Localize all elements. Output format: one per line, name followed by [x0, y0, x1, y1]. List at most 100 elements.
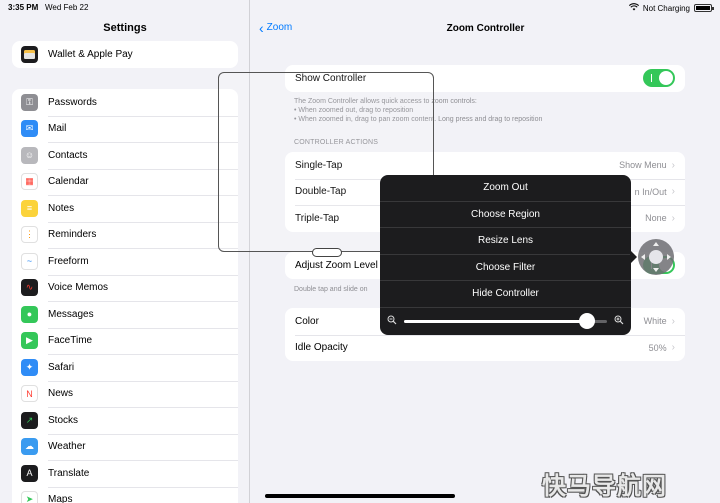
- status-bar: 3:35 PM Wed Feb 22 Not Charging: [0, 0, 720, 14]
- home-indicator[interactable]: [265, 494, 455, 498]
- adjust-zoom-footnote: Double tap and slide on: [294, 286, 368, 293]
- sidebar-item-passwords[interactable]: ⚿ Passwords: [12, 89, 238, 116]
- chevron-right-icon: ›: [671, 315, 675, 327]
- status-date: Wed Feb 22: [45, 3, 89, 12]
- row-value: None: [645, 213, 667, 224]
- sidebar-item-wallet[interactable]: Wallet & Apple Pay: [12, 41, 238, 68]
- sidebar-item-safari[interactable]: ✦ Safari: [12, 354, 238, 381]
- sidebar-item-label: Weather: [48, 441, 86, 453]
- news-icon: N: [21, 385, 38, 403]
- sidebar-item-notes[interactable]: ≡ Notes: [12, 195, 238, 222]
- arrow-right-icon: [667, 254, 671, 260]
- sidebar-title: Settings: [103, 22, 147, 34]
- sidebar-item-mail[interactable]: ✉ Mail: [12, 115, 238, 143]
- sidebar-item-facetime[interactable]: ▶ FaceTime: [12, 327, 238, 355]
- sidebar-item-label: Stocks: [48, 414, 79, 426]
- menu-item-resize-lens[interactable]: Resize Lens: [380, 228, 631, 255]
- menu-item-choose-filter[interactable]: Choose Filter: [380, 255, 631, 281]
- arrow-left-icon: [641, 254, 645, 260]
- zoom-slider-thumb[interactable]: [578, 312, 595, 329]
- chevron-right-icon: ›: [671, 159, 675, 171]
- status-time: 3:35 PM: [8, 3, 39, 12]
- charging-status: Not Charging: [642, 3, 690, 13]
- controller-center: [649, 250, 663, 264]
- sidebar-group-apps: ⚿ Passwords ✉ Mail ☺ Contacts ▦ Calendar ≡ Notes ⋮…: [12, 89, 238, 503]
- notes-icon: ≡: [21, 199, 38, 217]
- idle-opacity-row[interactable]: Idle Opacity 50% ›: [285, 334, 685, 362]
- reminders-icon: ⋮: [21, 226, 38, 244]
- settings-sidebar: Settings Wallet & Apple Pay ⚿ Passwords ✉ M…: [0, 0, 250, 503]
- menu-item-zoom-out[interactable]: Zoom Out: [380, 175, 631, 202]
- sidebar-item-messages[interactable]: ● Messages: [12, 301, 238, 328]
- arrow-down-icon: [653, 268, 659, 272]
- sidebar-item-news[interactable]: N News: [12, 380, 238, 408]
- wallet-icon: [21, 45, 38, 63]
- adjust-zoom-label: Adjust Zoom Level: [295, 259, 378, 271]
- zoom-in-icon: [613, 315, 625, 328]
- sidebar-item-label: News: [48, 388, 74, 400]
- weather-icon: ☁: [21, 438, 38, 456]
- row-label: Color: [295, 315, 319, 327]
- sidebar-item-contacts[interactable]: ☺ Contacts: [12, 142, 238, 169]
- chevron-right-icon: ›: [671, 212, 675, 224]
- watermark-logo: 快马导航网: [542, 472, 667, 500]
- mail-icon: ✉: [21, 120, 38, 138]
- sidebar-item-label: FaceTime: [48, 335, 93, 347]
- sidebar-item-label: Messages: [48, 308, 94, 320]
- maps-icon: ➤: [21, 491, 38, 503]
- menu-item-choose-region[interactable]: Choose Region: [380, 202, 631, 228]
- sidebar-item-freeform[interactable]: ~ Freeform: [12, 248, 238, 275]
- zoom-menu: Zoom Out Choose Region Resize Lens Choos…: [380, 175, 631, 335]
- sidebar-item-label: Voice Memos: [48, 282, 109, 294]
- sidebar-item-label: Passwords: [48, 96, 97, 108]
- row-value: n In/Out: [634, 186, 667, 197]
- sidebar-item-translate[interactable]: A Translate: [12, 460, 238, 487]
- sidebar-item-label: Mail: [48, 123, 67, 135]
- sidebar-item-label: Contacts: [48, 149, 88, 161]
- menu-item-hide-controller[interactable]: Hide Controller: [380, 281, 631, 308]
- safari-icon: ✦: [21, 358, 38, 376]
- key-icon: ⚿: [21, 93, 38, 111]
- show-controller-toggle[interactable]: [643, 69, 675, 88]
- freeform-icon: ~: [21, 252, 38, 270]
- calendar-icon: ▦: [21, 173, 38, 191]
- sidebar-item-weather[interactable]: ☁ Weather: [12, 433, 238, 461]
- sidebar-group-wallet: Wallet & Apple Pay: [12, 41, 238, 68]
- menu-pointer-arrow: [630, 250, 637, 264]
- row-value: White: [643, 316, 667, 327]
- sidebar-item-label: Freeform: [48, 255, 89, 267]
- lens-resize-handle[interactable]: [312, 248, 342, 257]
- sidebar-item-label: Translate: [48, 467, 90, 479]
- sidebar-item-label: Reminders: [48, 229, 97, 241]
- zoom-controller-joystick[interactable]: [638, 239, 674, 275]
- contacts-icon: ☺: [21, 146, 38, 164]
- zoom-level-slider[interactable]: [380, 308, 631, 335]
- messages-icon: ●: [21, 305, 38, 323]
- sidebar-item-label: Notes: [48, 202, 75, 214]
- arrow-up-icon: [653, 242, 659, 246]
- battery-icon: [694, 4, 714, 12]
- sidebar-item-label: Wallet & Apple Pay: [48, 48, 133, 60]
- chevron-right-icon: ›: [671, 342, 675, 354]
- sidebar-item-stocks[interactable]: ↗ Stocks: [12, 407, 238, 434]
- wifi-icon: [628, 3, 639, 13]
- chevron-right-icon: ›: [671, 186, 675, 198]
- row-label: Idle Opacity: [295, 342, 348, 354]
- row-value: 50%: [648, 342, 667, 353]
- battery-level: [696, 6, 710, 10]
- page-title: Zoom Controller: [446, 23, 525, 34]
- status-right: Not Charging: [628, 3, 714, 13]
- zoom-out-icon: [386, 315, 398, 328]
- zoom-slider-fill: [404, 319, 587, 323]
- sidebar-item-voice-memos[interactable]: ∿ Voice Memos: [12, 274, 238, 302]
- voice-memos-icon: ∿: [21, 279, 38, 297]
- sidebar-item-calendar[interactable]: ▦ Calendar: [12, 168, 238, 196]
- sidebar-item-reminders[interactable]: ⋮ Reminders: [12, 221, 238, 249]
- facetime-icon: ▶: [21, 332, 38, 350]
- row-value: Show Menu: [619, 160, 667, 171]
- sidebar-item-label: Maps: [48, 494, 73, 503]
- stocks-icon: ↗: [21, 411, 38, 429]
- sidebar-item-maps[interactable]: ➤ Maps: [12, 486, 238, 503]
- zoom-slider-track[interactable]: [404, 312, 607, 329]
- sidebar-item-label: Safari: [48, 361, 75, 373]
